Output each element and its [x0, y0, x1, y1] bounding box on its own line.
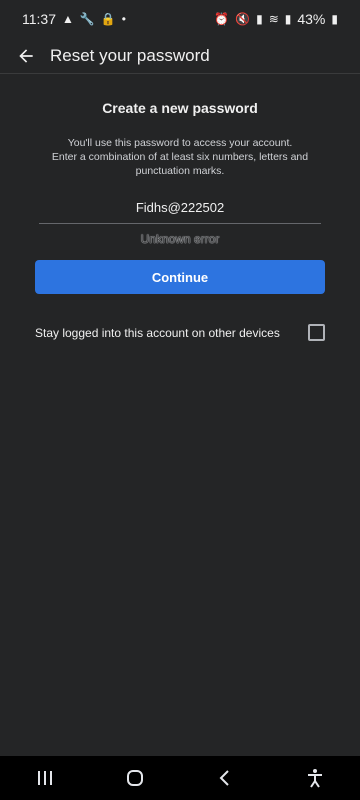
- form-description: You'll use this password to access your …: [35, 136, 325, 178]
- status-left: 11:37 ▲ 🔧 🔒 •: [22, 11, 126, 27]
- stay-logged-checkbox[interactable]: [308, 324, 325, 341]
- wrench-icon: 🔧: [79, 12, 95, 26]
- status-time: 11:37: [22, 11, 56, 27]
- signal-icon: ▮: [284, 12, 292, 26]
- new-password-field[interactable]: Fidhs@222502: [39, 200, 321, 224]
- battery-percent: 43%: [297, 11, 326, 27]
- stay-logged-row[interactable]: Stay logged into this account on other d…: [35, 324, 325, 341]
- description-line-3: punctuation marks.: [135, 165, 225, 177]
- system-nav-bar: [0, 756, 360, 800]
- accessibility-icon[interactable]: [293, 756, 337, 800]
- back-icon[interactable]: [203, 756, 247, 800]
- reset-password-form: Create a new password You'll use this pa…: [0, 90, 360, 341]
- lock-icon: 🔒: [100, 12, 116, 26]
- home-icon[interactable]: [113, 756, 157, 800]
- dot-icon: •: [121, 12, 126, 26]
- status-bar: 11:37 ▲ 🔧 🔒 • ⏰ 🔇 ▮ ≋ ▮ 43% ▮: [0, 0, 360, 38]
- page-title: Reset your password: [50, 45, 210, 65]
- signal-icon: ▮: [256, 12, 263, 26]
- wifi-icon: ≋: [268, 12, 279, 26]
- continue-button[interactable]: Continue: [35, 260, 325, 294]
- description-line-2: Enter a combination of at least six numb…: [51, 151, 309, 163]
- alarm-icon: ⏰: [214, 12, 230, 26]
- battery-icon: ▮: [331, 12, 338, 26]
- description-line-1: You'll use this password to access your …: [67, 137, 293, 149]
- mute-icon: 🔇: [235, 12, 251, 26]
- status-right: ⏰ 🔇 ▮ ≋ ▮ 43% ▮: [214, 11, 338, 27]
- stay-logged-label: Stay logged into this account on other d…: [35, 325, 280, 340]
- form-heading: Create a new password: [102, 100, 258, 116]
- back-arrow-icon[interactable]: [12, 42, 40, 70]
- recent-apps-icon[interactable]: [23, 756, 67, 800]
- warning-icon: ▲: [62, 12, 74, 26]
- app-bar: Reset your password: [0, 38, 360, 74]
- error-message: Unknown error: [140, 232, 220, 246]
